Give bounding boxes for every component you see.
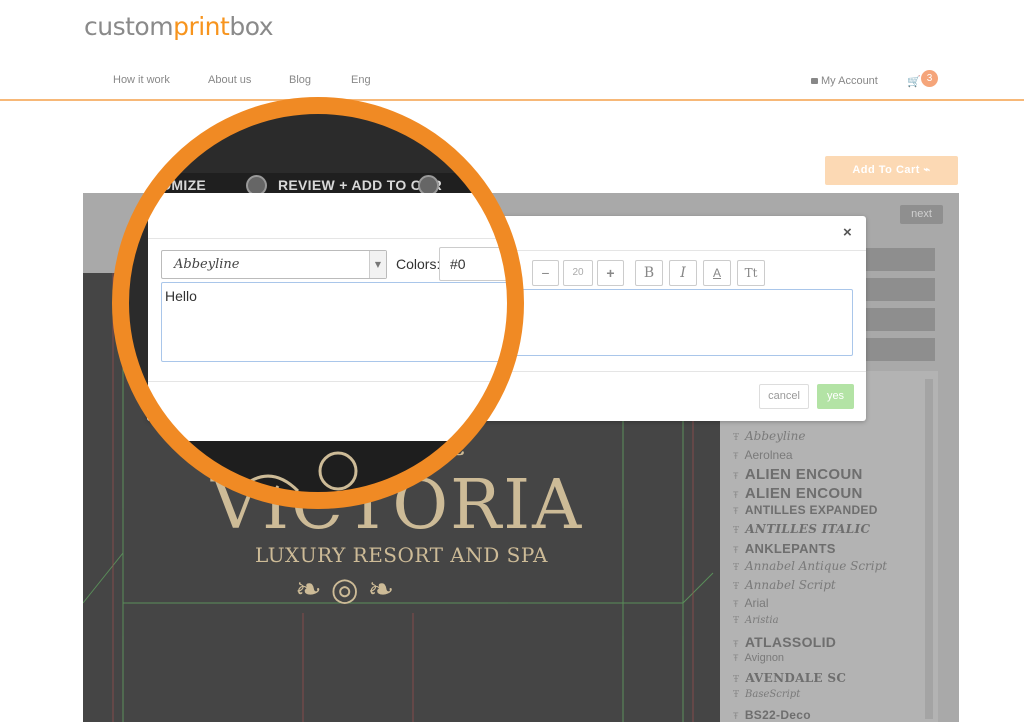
magnified-ornament xyxy=(235,451,441,502)
font-size-input[interactable]: 20 xyxy=(563,260,593,286)
italic-button[interactable]: I xyxy=(669,260,697,286)
chevron-down-icon: ▼ xyxy=(369,251,386,278)
site-logo[interactable]: customprintbox xyxy=(84,12,274,41)
magnified-dialog: Abbeyline ▼ Colors: #0 Hello xyxy=(148,193,518,443)
flourish-ornament-bottom: ❧ ◎ ❧ xyxy=(295,571,395,607)
font-option[interactable]: Ŧ BaseScript xyxy=(733,689,923,708)
font-option[interactable]: Ŧ Annabel Script xyxy=(733,578,923,597)
nav-about-us[interactable]: About us xyxy=(208,74,251,86)
font-type-icon: Ŧ xyxy=(733,563,740,574)
magnified-font-select: Abbeyline ▼ xyxy=(161,250,387,279)
add-to-cart-label: Add To Cart xyxy=(852,164,920,176)
logo-prefix: custom xyxy=(84,12,174,41)
font-list: Ŧ Abbeyline Ŧ Aerolnea Ŧ ALIEN ENCOUN Ŧ ALIE… xyxy=(733,429,923,722)
font-option[interactable]: Ŧ ANTILLES ITALIC xyxy=(733,522,923,541)
font-type-icon: Ŧ xyxy=(733,544,739,555)
font-option[interactable]: Ŧ ANTILLES EXPANDED xyxy=(733,503,923,522)
magnified-colors-label: Colors: xyxy=(396,256,441,272)
cart-icon: 🛒 xyxy=(907,76,921,88)
add-to-cart-button[interactable]: Add To Cart ⌁ xyxy=(825,156,958,185)
font-list-scrollbar[interactable] xyxy=(925,379,933,719)
font-option[interactable]: Ŧ Annabel Antique Script xyxy=(733,559,923,578)
magnified-color-input: #0 xyxy=(439,247,509,281)
text-transform-button[interactable]: Tt xyxy=(737,260,765,286)
font-type-icon: Ŧ xyxy=(733,690,740,701)
font-option[interactable]: Ŧ ANKLEPANTS xyxy=(733,541,923,560)
font-type-icon: Ŧ xyxy=(733,471,739,482)
font-type-icon: Ŧ xyxy=(733,653,739,664)
cart-icon: ⌁ xyxy=(923,164,931,176)
font-type-icon: Ŧ xyxy=(733,638,739,649)
font-option[interactable]: Ŧ Aristia xyxy=(733,615,923,634)
font-option[interactable]: Ŧ ATLASSOLID xyxy=(733,634,923,653)
font-option[interactable]: Ŧ Abbeyline xyxy=(733,429,923,448)
bold-button[interactable]: B xyxy=(635,260,663,286)
magnified-text-input: Hello xyxy=(161,282,518,362)
text-color-button[interactable]: A xyxy=(703,260,731,286)
magnified-divider xyxy=(148,238,518,239)
artwork-subtitle: LUXURY RESORT AND SPA xyxy=(255,543,548,567)
nav-language[interactable]: Eng xyxy=(351,74,371,86)
font-type-icon: Ŧ xyxy=(733,615,740,626)
font-option[interactable]: Ŧ ALIEN ENCOUN xyxy=(733,485,923,504)
decrease-size-button[interactable]: − xyxy=(532,260,559,286)
increase-size-button[interactable]: + xyxy=(597,260,624,286)
font-type-icon: Ŧ xyxy=(733,489,739,500)
font-type-icon: Ŧ xyxy=(733,674,740,685)
zoom-magnifier: STOMIZE REVIEW + ADD TO CAR Abbeyline ▼ C… xyxy=(118,103,518,503)
cart-count-badge: 3 xyxy=(921,70,938,87)
cart-button[interactable]: 🛒 3 xyxy=(907,70,947,90)
font-type-icon: Ŧ xyxy=(733,581,740,592)
cancel-button[interactable]: cancel xyxy=(759,384,809,409)
lock-icon xyxy=(811,78,818,84)
font-option[interactable]: Ŧ ALIEN ENCOUN xyxy=(733,466,923,485)
magnified-footer-divider xyxy=(148,381,518,382)
logo-suffix: box xyxy=(229,12,274,41)
font-type-icon: Ŧ xyxy=(733,433,740,443)
step-customize: STOMIZE xyxy=(142,177,207,193)
nav-how-it-work[interactable]: How it work xyxy=(113,74,170,86)
logo-accent: print xyxy=(173,12,230,41)
font-option[interactable]: Ŧ Avignon xyxy=(733,652,923,671)
header-divider xyxy=(0,99,1024,101)
font-type-icon: Ŧ xyxy=(733,525,740,536)
next-button[interactable]: next xyxy=(900,205,943,224)
font-list-panel: Ŧ Abbeyline Ŧ Aerolnea Ŧ ALIEN ENCOUN Ŧ ALIE… xyxy=(720,371,938,722)
font-option[interactable]: Ŧ AVENDALE SC xyxy=(733,671,923,690)
font-type-icon: Ŧ xyxy=(733,450,739,461)
font-type-icon: Ŧ xyxy=(733,506,739,517)
yes-button[interactable]: yes xyxy=(817,384,854,409)
font-option[interactable]: Ŧ BS22-Deco xyxy=(733,708,923,722)
close-icon[interactable]: × xyxy=(843,224,852,241)
font-type-icon: Ŧ xyxy=(733,599,739,610)
magnified-canvas xyxy=(148,441,518,503)
my-account-link[interactable]: My Account xyxy=(811,75,878,87)
font-option[interactable]: Ŧ Arial xyxy=(733,596,923,615)
font-type-icon: Ŧ xyxy=(733,710,739,721)
nav-blog[interactable]: Blog xyxy=(289,74,311,86)
font-option[interactable]: Ŧ Aerolnea xyxy=(733,448,923,467)
account-label: My Account xyxy=(821,75,878,87)
